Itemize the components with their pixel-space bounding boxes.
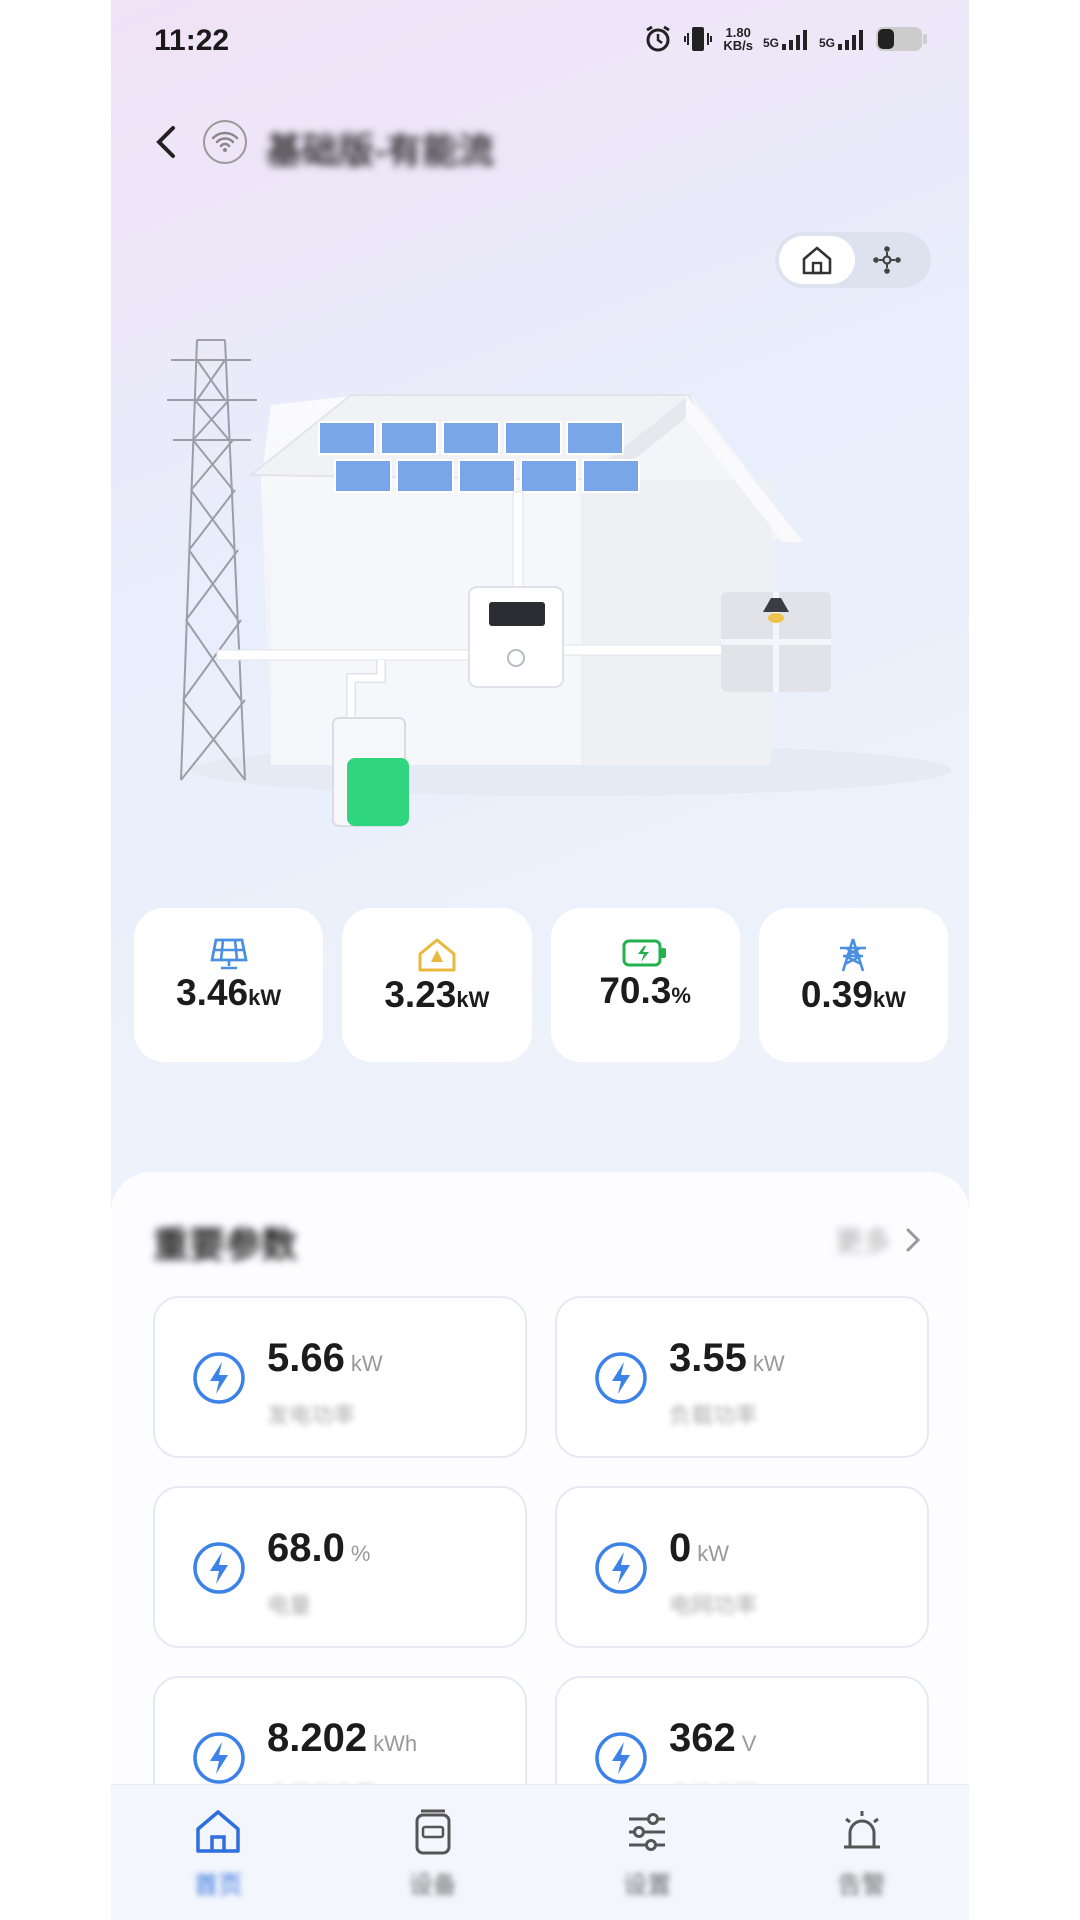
tab-alarm[interactable]: 告警 [755, 1785, 970, 1920]
status-icons: 1.80 KB/s 5G 5G [643, 24, 929, 54]
device-icon [415, 1809, 451, 1855]
sim2-label: 5G [818, 36, 835, 50]
params-more-link[interactable]: 更多 [835, 1220, 921, 1260]
param-value: 362 [669, 1716, 736, 1760]
battery-status-icon [876, 27, 927, 51]
window-lamp [721, 592, 831, 692]
param-value-line: 0 kW [669, 1526, 729, 1571]
lightning-icon [595, 1542, 647, 1594]
vibrate-icon [684, 27, 713, 51]
param-label: 负载功率 [669, 1403, 758, 1428]
lightning-icon [193, 1732, 245, 1784]
param-value-line: 3.55 kW [669, 1336, 785, 1381]
tab-settings-label: 设置 [623, 1872, 672, 1899]
network-speed: 1.80 KB/s [723, 26, 753, 52]
grid-tower-icon [840, 938, 867, 972]
chevron-left-icon [156, 126, 175, 158]
status-time: 11:22 [154, 24, 230, 57]
flow-icon [873, 246, 901, 274]
toggle-home-view[interactable] [779, 236, 855, 284]
param-label: 发电功率 [267, 1403, 356, 1428]
param-value: 3.55 [669, 1336, 747, 1380]
param-unit: kW [697, 1541, 730, 1566]
inverter [468, 586, 564, 688]
signal-bars-icon [838, 30, 863, 50]
param-unit: kW [350, 1351, 383, 1376]
summary-load[interactable]: 3.23kW [342, 908, 532, 1062]
param-unit: kWh [373, 1731, 418, 1756]
summary-grid-unit: kW [872, 987, 906, 1012]
power-tower [167, 339, 257, 781]
chevron-right-icon [906, 1228, 921, 1252]
param-unit: % [350, 1541, 371, 1566]
summary-solar-value: 3.46 [176, 972, 249, 1013]
param-value: 68.0 [267, 1526, 345, 1570]
bottom-tab-bar: 首页 设备 设置 告警 [111, 1784, 969, 1920]
wifi-icon [203, 120, 247, 164]
home-icon [802, 246, 832, 275]
param-value-line: 68.0% [267, 1526, 370, 1571]
summary-solar-unit: kW [248, 985, 282, 1010]
alarm-bell-icon [843, 1811, 880, 1849]
battery-icon [622, 939, 667, 967]
summary-battery[interactable]: 70.3% [550, 908, 740, 1062]
signal-sim2: 5G [819, 28, 865, 50]
signal-sim1: 5G [763, 28, 809, 50]
solar-panel-icon [209, 938, 248, 970]
tab-home-label: 首页 [194, 1872, 243, 1899]
tab-device[interactable]: 设备 [326, 1785, 541, 1920]
param-value: 5.66 [267, 1336, 345, 1380]
param-label: 电网功率 [669, 1593, 758, 1618]
summary-battery-value: 70.3 [599, 970, 672, 1011]
app-screen: 11:22 1.80 KB/s 5G 5G 基础版-有能流 3.46kW 3.2… [111, 0, 969, 1920]
summary-load-unit: kW [456, 987, 490, 1012]
key-params-panel: 重要参数 更多 5.66 kW 发电功率 3.55 kW 负载功率 68.0% 电量 [111, 1172, 969, 1838]
alarm-clock-icon [646, 25, 671, 52]
summary-battery-unit: % [671, 983, 691, 1008]
params-title: 重要参数 [153, 1224, 298, 1265]
param-card[interactable]: 5.66 kW 发电功率 [153, 1296, 527, 1458]
params-more-label: 更多 [834, 1226, 891, 1257]
view-toggle[interactable] [775, 232, 931, 288]
lightning-icon [193, 1542, 245, 1594]
speed-unit: KB/s [723, 38, 753, 53]
sim1-label: 5G [762, 36, 779, 50]
summary-grid[interactable]: 0.39kW [758, 908, 948, 1062]
param-card[interactable]: 0 kW 电网功率 [555, 1486, 929, 1648]
signal-bars-icon [781, 30, 807, 50]
lightning-icon [595, 1352, 647, 1404]
back-button[interactable] [151, 120, 181, 172]
summary-row: 3.46kW 3.23kW 70.3% 0.39kW [134, 908, 948, 1062]
param-card[interactable]: 68.0% 电量 [153, 1486, 527, 1648]
energy-scene-illustration [167, 339, 951, 827]
param-label: 电量 [267, 1593, 312, 1618]
lightning-icon [193, 1352, 245, 1404]
status-bar: 11:22 1.80 KB/s 5G 5G [111, 0, 969, 84]
tab-device-label: 设备 [408, 1872, 457, 1899]
params-grid: 5.66 kW 发电功率 3.55 kW 负载功率 68.0% 电量 0 kW 电网功… [153, 1296, 929, 1838]
summary-load-value: 3.23 [384, 974, 457, 1015]
param-unit: V [741, 1731, 757, 1756]
param-value-line: 8.202 kWh [267, 1716, 417, 1761]
param-card[interactable]: 3.55 kW 负载功率 [555, 1296, 929, 1458]
param-value: 0 [669, 1526, 692, 1570]
home-icon [196, 1810, 240, 1853]
summary-solar[interactable]: 3.46kW [134, 908, 324, 1062]
lightning-icon [595, 1732, 647, 1784]
tab-home[interactable]: 首页 [111, 1785, 326, 1920]
summary-grid-value: 0.39 [800, 974, 873, 1015]
param-unit: kW [752, 1351, 785, 1376]
home-load-icon [418, 938, 456, 972]
settings-sliders-icon [629, 1813, 666, 1851]
device-name: 基础版-有能流 [266, 130, 494, 171]
toggle-flow-view[interactable] [867, 240, 907, 280]
top-bar: 基础版-有能流 [111, 110, 969, 180]
param-value-line: 362 V [669, 1716, 756, 1761]
param-value: 8.202 [267, 1716, 368, 1760]
tab-settings[interactable]: 设置 [540, 1785, 755, 1920]
tab-alarm-label: 告警 [837, 1872, 886, 1899]
param-value-line: 5.66 kW [267, 1336, 383, 1381]
battery-unit [332, 717, 409, 827]
